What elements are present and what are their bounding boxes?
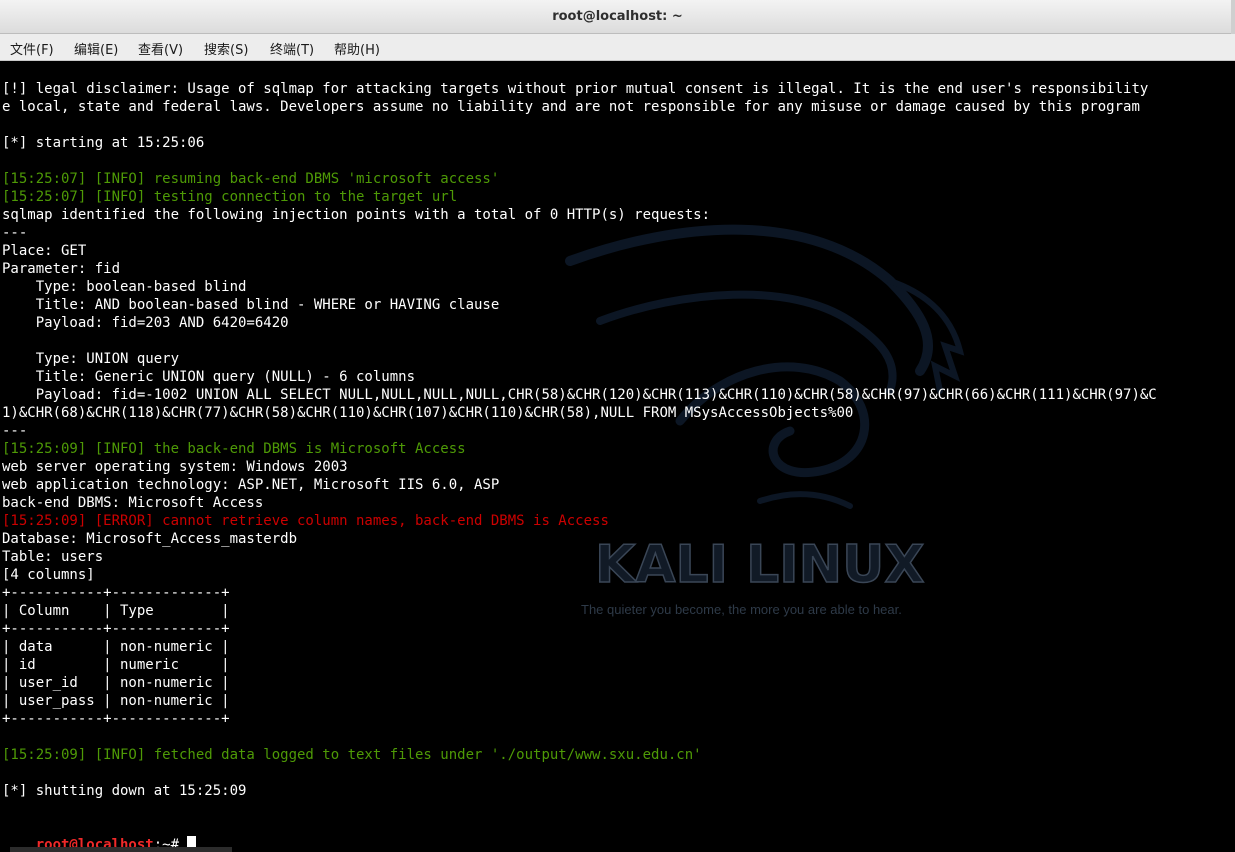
terminal-line: e local, state and federal laws. Develop…: [2, 99, 1140, 115]
terminal-line: [*] starting at 15:25:06: [2, 135, 205, 151]
terminal-line: | user_pass | non-numeric |: [2, 693, 230, 709]
terminal-line: | user_id | non-numeric |: [2, 675, 230, 691]
terminal-line: 1)&CHR(68)&CHR(118)&CHR(77)&CHR(58)&CHR(…: [2, 405, 854, 421]
terminal-line: Type: UNION query: [2, 351, 180, 367]
terminal-line: web server operating system: Windows 200…: [2, 459, 348, 475]
terminal-line: sqlmap identified the following injectio…: [2, 207, 711, 223]
terminal-area[interactable]: KALI LINUX The quieter you become, the m…: [0, 61, 1235, 852]
menu-file[interactable]: 文件(F): [8, 39, 56, 58]
terminal-line: Type: boolean-based blind: [2, 279, 247, 295]
terminal-line: back-end DBMS: Microsoft Access: [2, 495, 264, 511]
terminal-line: [15:25:07] [INFO] resuming back-end DBMS…: [2, 171, 500, 187]
window-title: root@localhost: ~: [552, 9, 683, 24]
terminal-line: ---: [2, 225, 28, 241]
terminal-line: [*] shutting down at 15:25:09: [2, 783, 247, 799]
terminal-line: Payload: fid=-1002 UNION ALL SELECT NULL…: [2, 387, 1157, 403]
menu-view[interactable]: 查看(V): [136, 39, 185, 58]
terminal-line: +-----------+-------------+: [2, 621, 230, 637]
terminal-line: Payload: fid=203 AND 6420=6420: [2, 315, 289, 331]
window-titlebar[interactable]: root@localhost: ~: [0, 0, 1235, 34]
terminal-line: | Column | Type |: [2, 603, 230, 619]
terminal-line: | id | numeric |: [2, 657, 230, 673]
terminal-line: web application technology: ASP.NET, Mic…: [2, 477, 500, 493]
terminal-line: [4 columns]: [2, 567, 95, 583]
terminal-line: | data | non-numeric |: [2, 639, 230, 655]
menu-help[interactable]: 帮助(H): [332, 39, 382, 58]
terminal-line: [15:25:07] [INFO] testing connection to …: [2, 189, 458, 205]
kali-tagline: The quieter you become, the more you are…: [581, 602, 902, 617]
window-edge: [1231, 0, 1235, 34]
terminal-line: Title: AND boolean-based blind - WHERE o…: [2, 297, 500, 313]
terminal-line: Title: Generic UNION query (NULL) - 6 co…: [2, 369, 416, 385]
menu-edit[interactable]: 编辑(E): [72, 39, 120, 58]
kali-logo-text: KALI LINUX: [594, 534, 925, 596]
svg-text:KALI LINUX: KALI LINUX: [595, 535, 924, 595]
terminal-line: ---: [2, 423, 28, 439]
terminal-line: [15:25:09] [INFO] the back-end DBMS is M…: [2, 441, 466, 457]
terminal-line: [15:25:09] [ERROR] cannot retrieve colum…: [2, 513, 609, 529]
menu-terminal[interactable]: 终端(T): [268, 39, 316, 58]
kali-dragon-icon: [565, 224, 965, 509]
terminal-line: Table: users: [2, 549, 104, 565]
terminal-line: [!] legal disclaimer: Usage of sqlmap fo…: [2, 81, 1149, 97]
terminal-line: Place: GET: [2, 243, 87, 259]
terminal-line: [15:25:09] [INFO] fetched data logged to…: [2, 747, 702, 763]
terminal-line: +-----------+-------------+: [2, 711, 230, 727]
menu-bar: 文件(F) 编辑(E) 查看(V) 搜索(S) 终端(T) 帮助(H): [0, 34, 1235, 61]
terminal-line: Parameter: fid: [2, 261, 121, 277]
menu-search[interactable]: 搜索(S): [202, 39, 250, 58]
terminal-line: Database: Microsoft_Access_masterdb: [2, 531, 298, 547]
scrollbar[interactable]: [10, 847, 232, 852]
terminal-line: +-----------+-------------+: [2, 585, 230, 601]
